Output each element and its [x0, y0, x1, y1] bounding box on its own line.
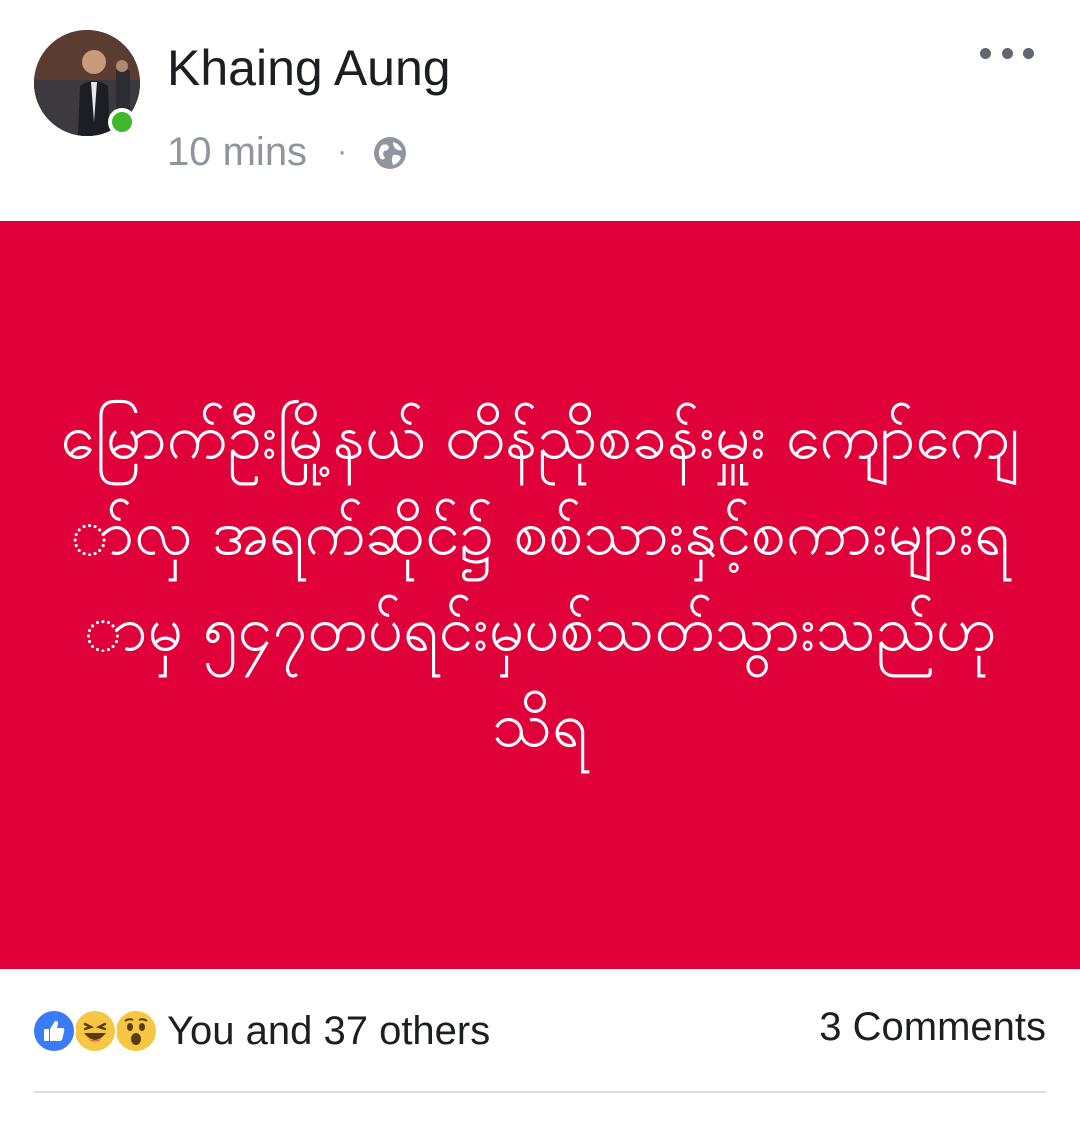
- reactions-summary[interactable]: You and 37 others: [32, 1007, 490, 1055]
- haha-icon: [73, 1009, 117, 1053]
- post-body-text: မြောက်ဦးမြို့နယ် တိန်ညိုစခန်းမှူး ကျော်က…: [60, 400, 1020, 761]
- post-header: Khaing Aung 10 mins ·: [0, 0, 1080, 220]
- more-dot-icon: [980, 47, 991, 59]
- online-status-indicator: [108, 108, 136, 136]
- meta-separator: ·: [337, 135, 348, 168]
- post-meta: 10 mins ·: [167, 128, 407, 176]
- post-footer: You and 37 others 3 Comments: [0, 969, 1080, 1122]
- reactions-summary-text: You and 37 others: [167, 1008, 491, 1053]
- like-icon: [32, 1009, 76, 1053]
- more-options-button[interactable]: [980, 38, 1034, 68]
- post-colored-background[interactable]: မြောက်ဦးမြို့နယ် တိန်ညိုစခန်းမှူး ကျော်က…: [0, 221, 1080, 969]
- more-dot-icon: [1023, 47, 1034, 59]
- post-timestamp[interactable]: 10 mins: [167, 130, 307, 175]
- more-dot-icon: [1001, 47, 1013, 59]
- footer-divider: [34, 1091, 1046, 1093]
- globe-icon[interactable]: [373, 135, 407, 169]
- wow-icon: [114, 1009, 158, 1053]
- author-name[interactable]: Khaing Aung: [167, 38, 451, 98]
- comments-count-link[interactable]: 3 Comments: [819, 1005, 1046, 1050]
